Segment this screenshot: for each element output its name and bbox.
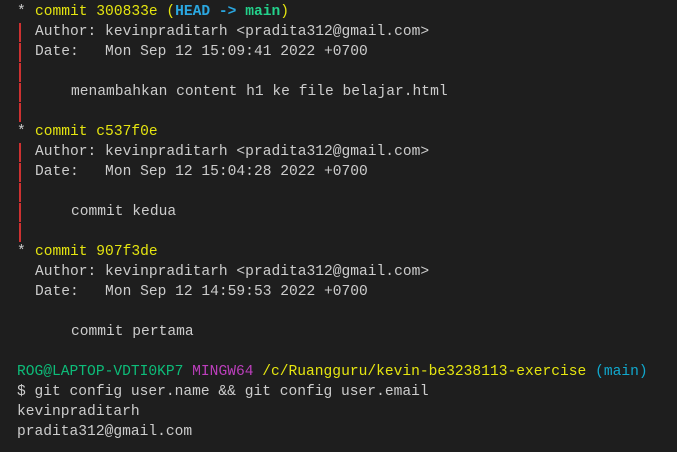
graph-node: * (17, 124, 26, 140)
shell-prompt: ROG@LAPTOP-VDTI0KP7 MINGW64 /c/Ruangguru… (0, 362, 677, 382)
graph-line (19, 163, 21, 182)
commit-message: commit pertama (0, 322, 677, 342)
command-line[interactable]: $ git config user.name && git config use… (0, 382, 677, 402)
branch-ref: main (236, 4, 281, 20)
author-text: Author: kevinpraditarh <pradita312@gmail… (35, 144, 430, 160)
author-text: Author: kevinpraditarh <pradita312@gmail… (35, 24, 430, 40)
blank-line (0, 102, 677, 122)
commit-hash: commit 907f3de (35, 244, 158, 260)
output-line: pradita312@gmail.com (17, 424, 193, 440)
blank-line (0, 222, 677, 242)
graph-line (19, 203, 21, 222)
message-text: menambahkan content h1 ke file belajar.h… (71, 84, 448, 100)
commit-header: * commit 300833e (HEAD -> main) (0, 2, 677, 22)
commit-message: menambahkan content h1 ke file belajar.h… (0, 82, 677, 102)
blank-line (0, 62, 677, 82)
commit-date: Date: Mon Sep 12 15:04:28 2022 +0700 (0, 162, 677, 182)
prompt-path: /c/Ruangguru/kevin-be3238113-exercise (262, 364, 587, 380)
output-line: kevinpraditarh (17, 404, 140, 420)
commit-header: * commit c537f0e (0, 122, 677, 142)
commit-author: Author: kevinpraditarh <pradita312@gmail… (0, 142, 677, 162)
date-text: Date: Mon Sep 12 14:59:53 2022 +0700 (35, 284, 368, 300)
graph-line (19, 223, 21, 242)
graph-line (19, 183, 21, 202)
graph-node: * (17, 4, 26, 20)
message-text: commit kedua (71, 204, 177, 220)
prompt-shell: MINGW64 (192, 364, 254, 380)
message-text: commit pertama (71, 324, 194, 340)
head-ref: HEAD -> (175, 4, 237, 20)
date-text: Date: Mon Sep 12 15:09:41 2022 +0700 (35, 44, 368, 60)
author-text: Author: kevinpraditarh <pradita312@gmail… (35, 264, 430, 280)
commit-hash: commit c537f0e (35, 124, 158, 140)
commit-hash: commit 300833e (35, 4, 158, 20)
commit-date: Date: Mon Sep 12 15:09:41 2022 +0700 (0, 42, 677, 62)
commit-message: commit kedua (0, 202, 677, 222)
graph-line (19, 23, 21, 42)
graph-line (19, 63, 21, 82)
terminal[interactable]: * commit 300833e (HEAD -> main) Author: k… (0, 2, 677, 442)
commit-header: * commit 907f3de (0, 242, 677, 262)
commit-author: Author: kevinpraditarh <pradita312@gmail… (0, 22, 677, 42)
prompt-branch: (main) (595, 364, 648, 380)
blank-line (0, 182, 677, 202)
ref-close: ) (280, 4, 289, 20)
ref-open: ( (157, 4, 176, 20)
graph-line (19, 43, 21, 62)
graph-node: * (17, 244, 26, 260)
graph-line (19, 103, 21, 122)
prompt-user-host: ROG@LAPTOP-VDTI0KP7 (17, 364, 184, 380)
graph-line (19, 83, 21, 102)
commit-date: Date: Mon Sep 12 14:59:53 2022 +0700 (0, 282, 677, 302)
graph-line (19, 143, 21, 162)
commit-author: Author: kevinpraditarh <pradita312@gmail… (0, 262, 677, 282)
date-text: Date: Mon Sep 12 15:04:28 2022 +0700 (35, 164, 368, 180)
